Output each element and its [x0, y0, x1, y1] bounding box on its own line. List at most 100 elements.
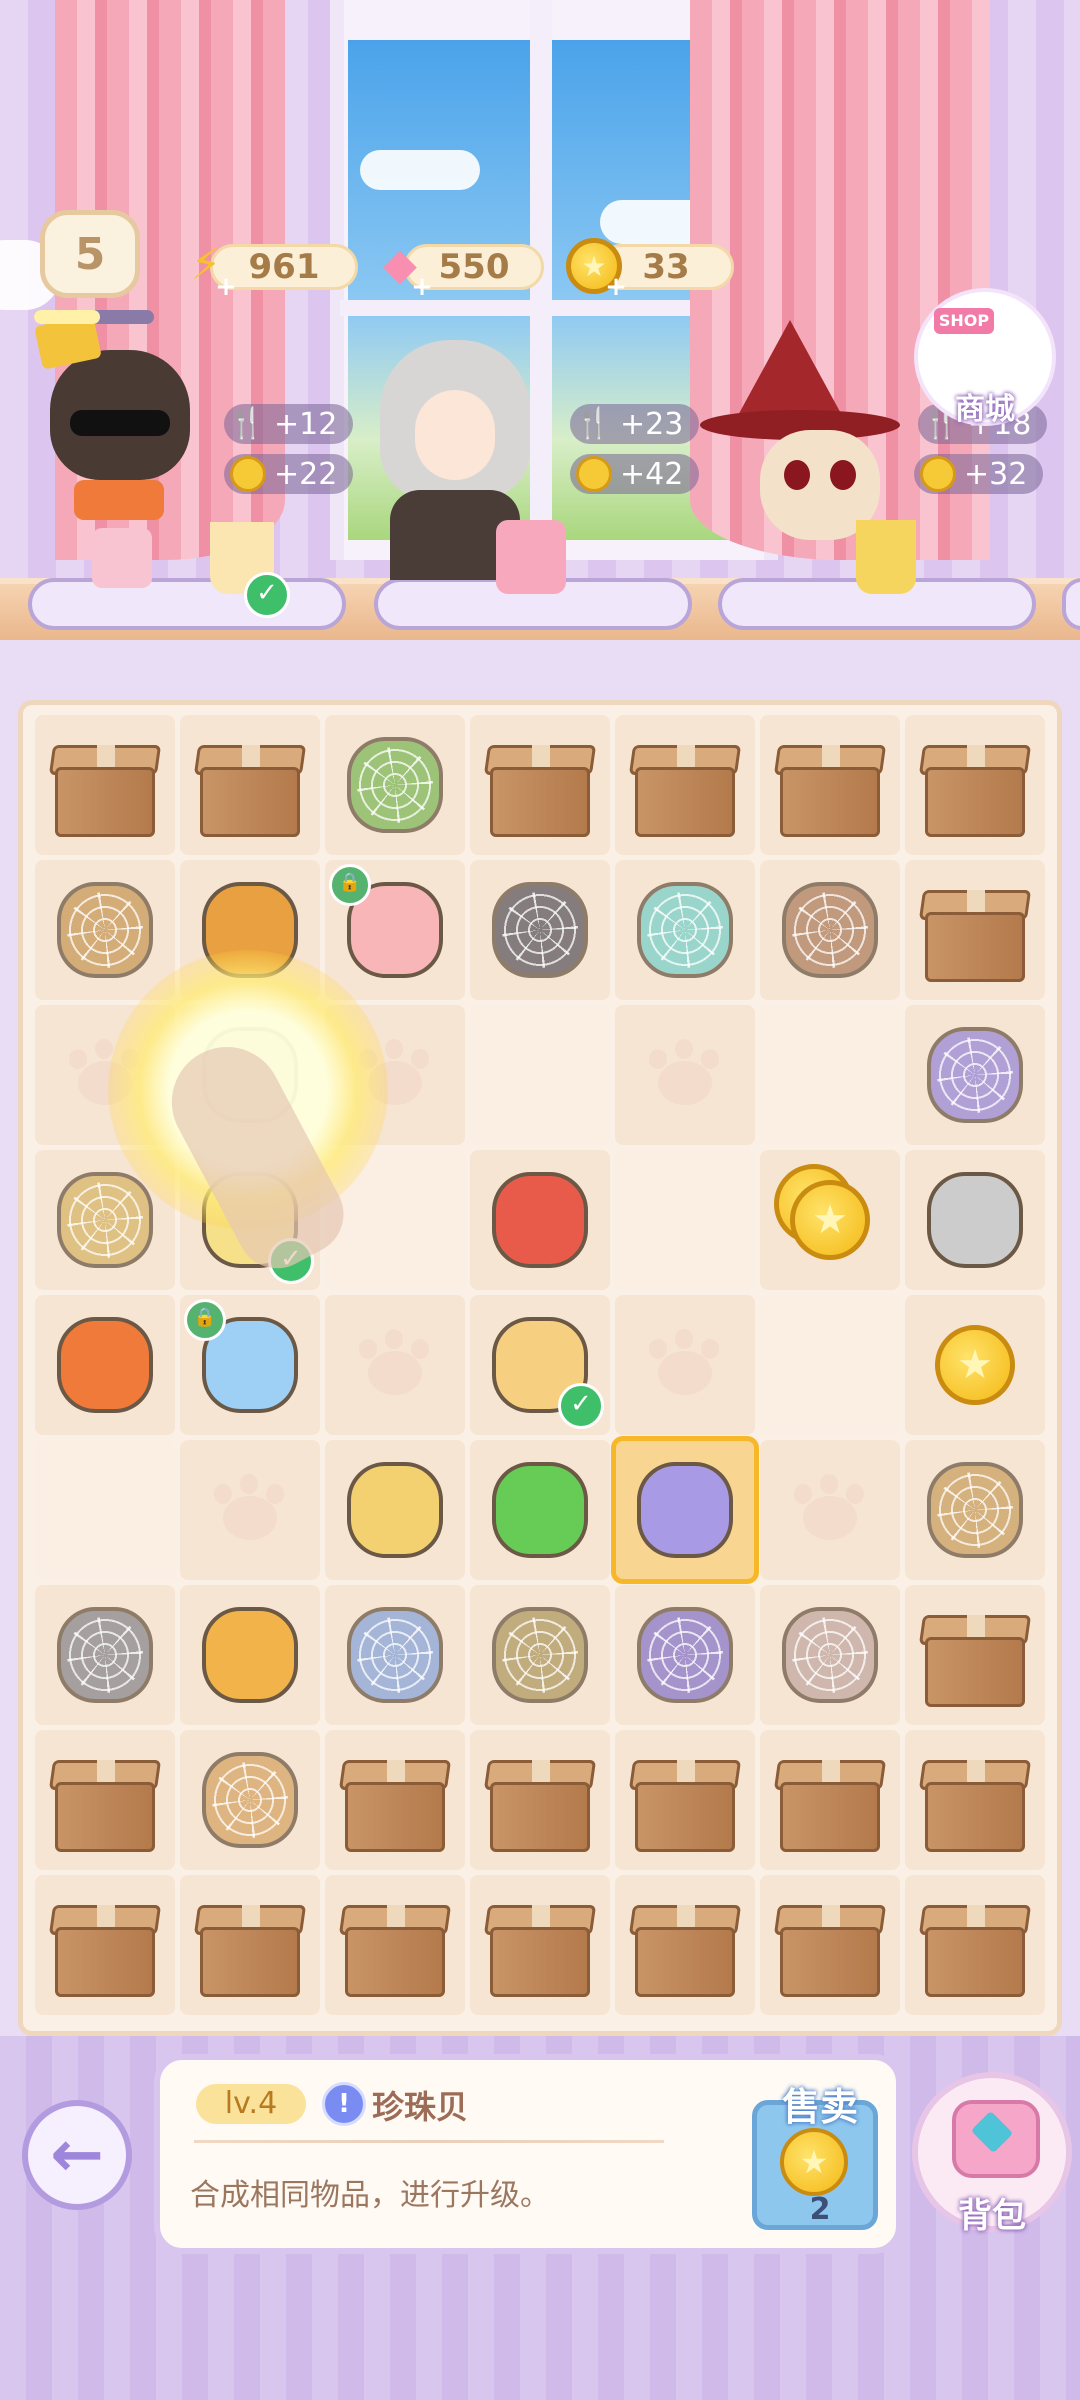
board-cell-coffee-machine[interactable] — [35, 1295, 175, 1435]
cobweb-icon — [647, 892, 723, 968]
locked-box-cell[interactable] — [180, 715, 320, 855]
locked-box-cell[interactable] — [905, 715, 1045, 855]
board-cell-cat[interactable] — [470, 860, 610, 1000]
cobweb-icon — [792, 1617, 868, 1693]
board-cell-pearl-shell[interactable] — [611, 1436, 759, 1584]
reward-tag-coin: +32 — [914, 454, 1044, 494]
board-cell-bread[interactable] — [180, 1730, 320, 1870]
empty-cell — [615, 1150, 755, 1290]
cardboard-box-icon — [772, 739, 888, 839]
board-cell-bag[interactable] — [470, 1585, 610, 1725]
cobweb-icon — [212, 1762, 288, 1838]
board-cell-hamster-taco[interactable] — [180, 1585, 320, 1725]
locked-box-cell[interactable] — [760, 715, 900, 855]
locked-box-cell[interactable] — [905, 1585, 1045, 1725]
info-icon[interactable]: ! — [322, 2082, 366, 2126]
window-mullion — [340, 300, 740, 316]
board-cell-hanger-pink[interactable] — [905, 1150, 1045, 1290]
yellow-dress-icon — [337, 1452, 453, 1568]
locked-box-cell[interactable] — [35, 715, 175, 855]
locked-box-cell[interactable] — [470, 1730, 610, 1870]
coin-icon — [920, 456, 956, 492]
cardboard-box-icon — [772, 1899, 888, 1999]
board-cell-green-flower[interactable] — [470, 1440, 610, 1580]
add-energy-icon[interactable]: + — [214, 274, 238, 300]
locked-box-cell[interactable] — [180, 1875, 320, 2015]
board-cell-coins-stack[interactable]: ★★ — [760, 1150, 900, 1290]
locked-box-cell[interactable] — [905, 1875, 1045, 2015]
board-cell-coin[interactable]: ★ — [905, 1295, 1045, 1435]
board-cell-watering-can[interactable] — [325, 715, 465, 855]
order-pink-dress-icon — [92, 528, 152, 588]
cardboard-box-icon — [337, 1899, 453, 1999]
locked-box-cell[interactable] — [325, 1875, 465, 2015]
flower-bouquet-icon — [917, 1017, 1033, 1133]
locked-box-cell[interactable] — [615, 1875, 755, 2015]
back-button[interactable]: ← — [22, 2100, 132, 2210]
check-icon: ✓ — [558, 1383, 604, 1429]
cobweb-icon — [792, 892, 868, 968]
reward-value: +22 — [274, 456, 338, 492]
cardboard-box-icon — [917, 739, 1033, 839]
board-cell-purple-blob[interactable] — [615, 1585, 755, 1725]
cloud — [360, 150, 480, 190]
board-cell-fruit-basket[interactable] — [470, 1150, 610, 1290]
green-flower-icon — [482, 1452, 598, 1568]
coin-icon: ★ — [790, 1180, 870, 1260]
cardboard-box-icon — [627, 1754, 743, 1854]
cobweb-icon — [357, 747, 433, 823]
add-gems-icon[interactable]: + — [410, 274, 434, 300]
order-juice-icon — [856, 520, 916, 594]
board-grid: 🔒✓★★🔒✓★ — [35, 715, 1045, 2015]
board-cell-snail[interactable] — [760, 1585, 900, 1725]
locked-box-cell[interactable] — [470, 715, 610, 855]
board-cell-cake[interactable] — [905, 1440, 1045, 1580]
locked-box-cell[interactable] — [760, 1875, 900, 2015]
energy-value: 961 — [248, 247, 320, 287]
cardboard-box-icon — [917, 884, 1033, 984]
divider — [194, 2140, 664, 2143]
empty-cell — [760, 1295, 900, 1435]
add-coins-icon[interactable]: + — [604, 274, 628, 300]
cobweb-icon — [502, 1617, 578, 1693]
board-cell-gift-bag[interactable]: 🔒 — [180, 1295, 320, 1435]
locked-box-cell[interactable] — [615, 1730, 755, 1870]
locked-box-cell[interactable] — [470, 1875, 610, 2015]
item-level-badge: lv.4 — [196, 2084, 306, 2124]
level-progress-fill — [34, 310, 100, 324]
locked-box-cell[interactable] — [325, 1730, 465, 1870]
locked-box-cell[interactable] — [615, 715, 755, 855]
board-cell-ribbon[interactable] — [325, 1585, 465, 1725]
locked-box-cell[interactable] — [905, 860, 1045, 1000]
snail-icon — [772, 1597, 888, 1713]
player-level-badge[interactable]: 5 — [40, 210, 140, 298]
board-cell-tulip[interactable] — [35, 860, 175, 1000]
level-progress-bar — [34, 310, 154, 324]
board-cell-elephant[interactable] — [35, 1585, 175, 1725]
coin-icon — [576, 456, 612, 492]
cardboard-box-icon — [482, 1899, 598, 1999]
cardboard-box-icon — [917, 1609, 1033, 1709]
cardboard-box-icon — [482, 1754, 598, 1854]
tulip-icon — [47, 872, 163, 988]
cardboard-box-icon — [337, 1754, 453, 1854]
board-cell-piggy-bank[interactable]: 🔒 — [325, 860, 465, 1000]
board-cell-flower-bouquet[interactable] — [905, 1005, 1045, 1145]
coin-value: 33 — [642, 247, 690, 287]
locked-box-cell[interactable] — [35, 1875, 175, 2015]
cobweb-icon — [937, 1472, 1013, 1548]
board-cell-bowl[interactable] — [615, 860, 755, 1000]
cardboard-box-icon — [772, 1754, 888, 1854]
gem-value: 550 — [438, 247, 510, 287]
locked-box-cell[interactable] — [905, 1730, 1045, 1870]
locked-box-cell[interactable] — [760, 1730, 900, 1870]
locked-box-cell[interactable] — [35, 1730, 175, 1870]
reward-value: +12 — [274, 406, 338, 442]
cobweb-icon — [937, 1037, 1013, 1113]
coffee-machine-icon — [47, 1307, 163, 1423]
board-cell-yellow-dress[interactable] — [325, 1440, 465, 1580]
board-cell-lemonade[interactable]: ✓ — [470, 1295, 610, 1435]
board-cell-shovel[interactable] — [760, 860, 900, 1000]
ribbon-icon — [337, 1597, 453, 1713]
reward-tag-top: 🍴 +12 — [224, 404, 354, 444]
